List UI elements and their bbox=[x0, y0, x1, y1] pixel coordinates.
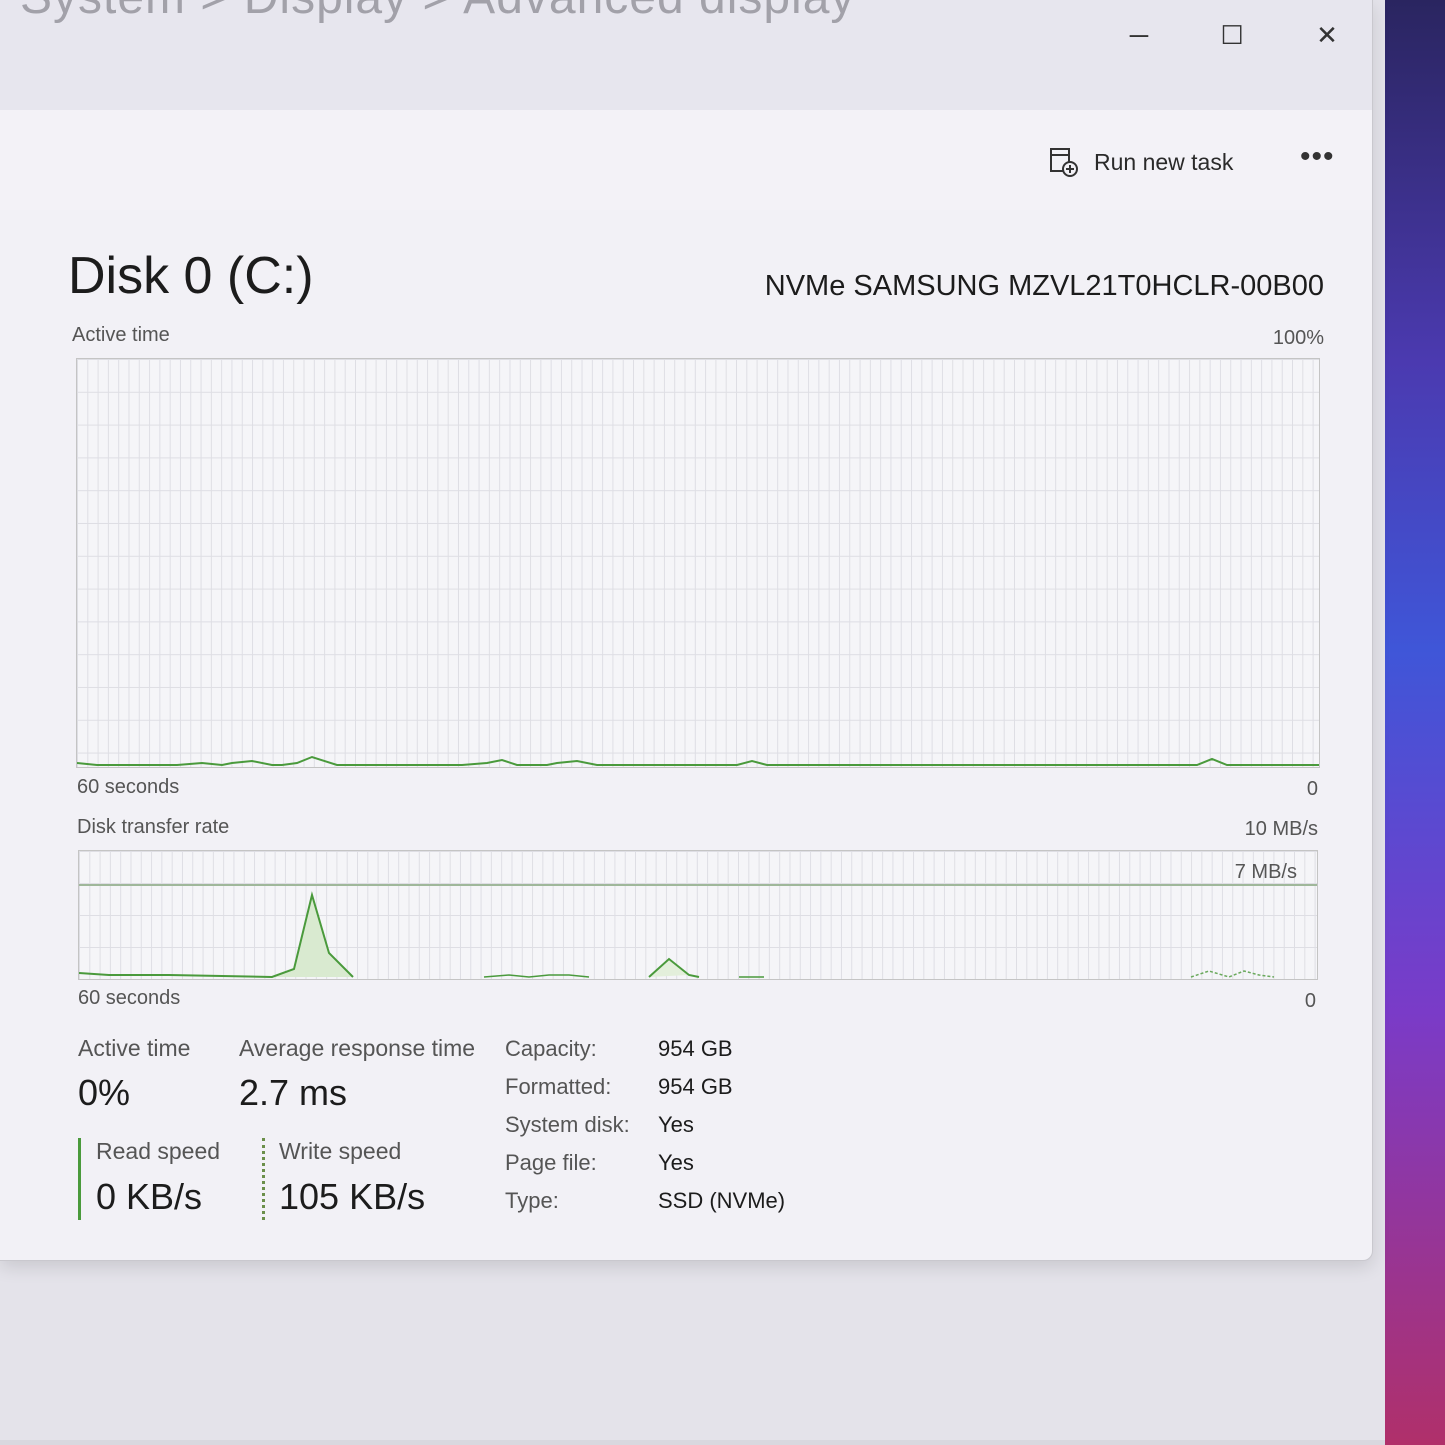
capacity-label: Capacity: bbox=[505, 1036, 597, 1061]
read-speed-value: 0 KB/s bbox=[96, 1176, 203, 1217]
maximize-icon: ☐ bbox=[1220, 19, 1244, 50]
transfer-ref-label: 7 MB/s bbox=[1234, 861, 1297, 883]
run-new-task-button[interactable]: Run new task bbox=[1048, 142, 1233, 182]
system-disk-value: Yes bbox=[658, 1112, 694, 1137]
more-options-button[interactable]: ••• bbox=[1300, 140, 1335, 174]
active-time-graph bbox=[76, 358, 1320, 768]
close-icon: ✕ bbox=[1316, 19, 1338, 50]
active-time-stat-label: Active time bbox=[78, 1035, 191, 1061]
transfer-graph-label: Disk transfer rate bbox=[77, 816, 230, 838]
background-window-title: System > Display > Advanced display bbox=[20, 0, 855, 25]
type-label: Type: bbox=[505, 1188, 559, 1213]
transfer-min-label: 0 bbox=[1304, 990, 1316, 1012]
disk-title: Disk 0 (C:) bbox=[68, 247, 314, 305]
type-value: SSD (NVMe) bbox=[658, 1188, 786, 1213]
transfer-rate-plot bbox=[79, 884, 1317, 979]
minimize-button[interactable]: ─ bbox=[1114, 14, 1164, 56]
formatted-label: Formatted: bbox=[505, 1074, 612, 1099]
maximize-button[interactable]: ☐ bbox=[1207, 14, 1257, 56]
page-file-label: Page file: bbox=[505, 1150, 597, 1175]
active-time-stat-value: 0% bbox=[78, 1072, 131, 1113]
page-file-value: Yes bbox=[658, 1150, 694, 1175]
write-speed-value: 105 KB/s bbox=[279, 1176, 426, 1217]
disk-performance-panel: Disk 0 (C:) NVMe SAMSUNG MZVL21T0HCLR-00… bbox=[0, 210, 1372, 1260]
system-disk-label: System disk: bbox=[505, 1112, 630, 1137]
active-time-graph-label: Active time bbox=[72, 324, 170, 346]
formatted-value: 954 GB bbox=[658, 1074, 733, 1099]
avg-response-label: Average response time bbox=[239, 1035, 476, 1061]
minimize-icon: ─ bbox=[1129, 19, 1149, 50]
transfer-max-label: 10 MB/s bbox=[1244, 818, 1318, 840]
write-speed-indicator bbox=[262, 1138, 265, 1220]
active-time-max-label: 100% bbox=[1272, 327, 1324, 349]
read-speed-indicator bbox=[78, 1138, 81, 1220]
desktop-wallpaper bbox=[1385, 0, 1445, 1445]
active-time-plot bbox=[77, 755, 1319, 767]
close-button[interactable]: ✕ bbox=[1302, 14, 1352, 56]
active-time-min-label: 0 bbox=[1306, 778, 1318, 800]
disk-model: NVMe SAMSUNG MZVL21T0HCLR-00B00 bbox=[764, 270, 1324, 302]
read-speed-label: Read speed bbox=[96, 1138, 221, 1164]
task-manager-window: System > Display > Advanced display ─ ☐ … bbox=[0, 0, 1373, 1261]
capacity-value: 954 GB bbox=[658, 1036, 733, 1061]
more-icon: ••• bbox=[1300, 140, 1335, 173]
transfer-rate-graph: 7 MB/s bbox=[78, 850, 1318, 980]
transfer-window-label: 60 seconds bbox=[78, 987, 181, 1009]
title-bar: System > Display > Advanced display ─ ☐ … bbox=[0, 0, 1372, 110]
write-speed-label: Write speed bbox=[279, 1138, 402, 1164]
avg-response-value: 2.7 ms bbox=[239, 1072, 348, 1113]
active-time-window-label: 60 seconds bbox=[77, 776, 180, 798]
run-new-task-label: Run new task bbox=[1094, 148, 1234, 175]
run-task-icon bbox=[1050, 148, 1078, 177]
